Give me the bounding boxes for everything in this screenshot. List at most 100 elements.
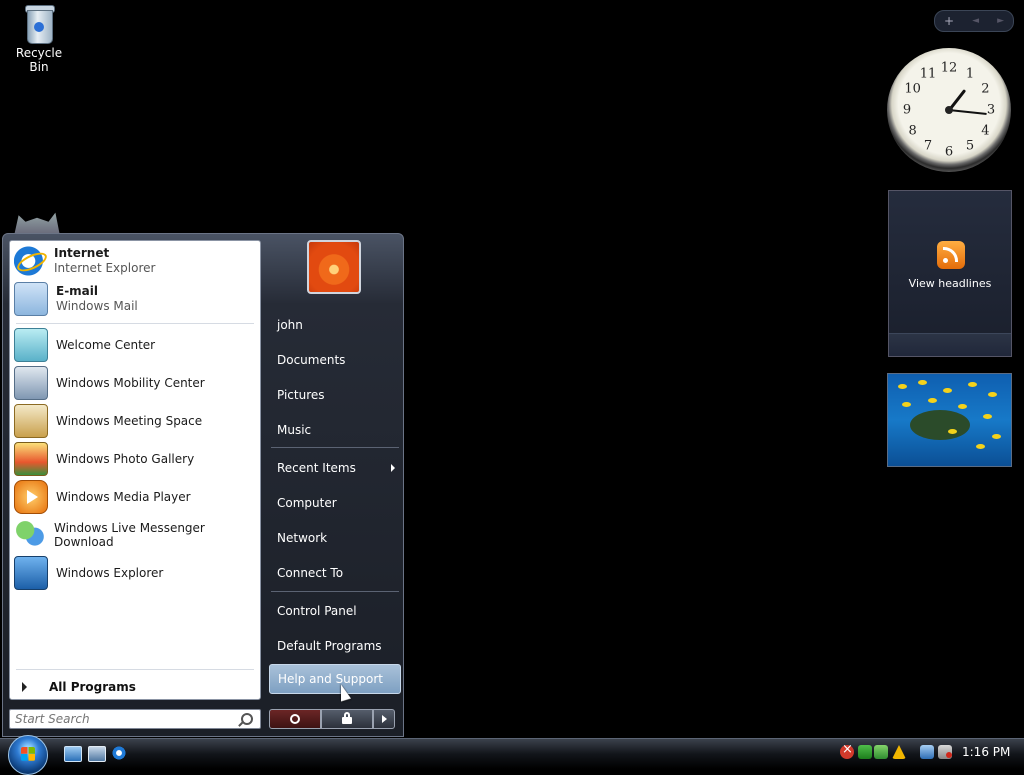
windows-mail-icon bbox=[14, 282, 48, 316]
power-button[interactable] bbox=[269, 709, 321, 729]
chevron-right-icon bbox=[22, 682, 27, 692]
internet-explorer-icon bbox=[14, 245, 46, 277]
fish-decoration bbox=[976, 444, 985, 449]
all-programs-button[interactable]: All Programs bbox=[16, 677, 252, 697]
clock-numeral: 10 bbox=[904, 81, 921, 97]
clock-numeral: 7 bbox=[923, 138, 933, 154]
right-item-pictures[interactable]: Pictures bbox=[269, 380, 401, 410]
shutdown-options-button[interactable] bbox=[373, 709, 395, 729]
start-search-input[interactable] bbox=[10, 711, 237, 727]
start-menu-programs-pane: Internet Internet Explorer E-mail Window… bbox=[9, 240, 261, 700]
defender-icon[interactable] bbox=[858, 745, 872, 759]
all-programs-label: All Programs bbox=[49, 680, 136, 694]
slideshow-gadget[interactable] bbox=[887, 373, 1012, 467]
search-icon[interactable] bbox=[241, 713, 253, 725]
taskbar-clock[interactable]: 1:16 PM bbox=[962, 745, 1010, 759]
clock-numeral: 9 bbox=[902, 102, 912, 118]
fish-decoration bbox=[928, 398, 937, 403]
switch-windows-icon[interactable] bbox=[88, 746, 106, 762]
fish-decoration bbox=[918, 380, 927, 385]
divider bbox=[16, 323, 254, 324]
fish-decoration bbox=[948, 429, 957, 434]
feed-headlines-gadget[interactable]: View headlines bbox=[888, 190, 1012, 357]
divider bbox=[271, 591, 399, 592]
next-page-button[interactable]: ► bbox=[997, 16, 1004, 26]
previous-page-button[interactable]: ◄ bbox=[972, 16, 979, 26]
program-windows-explorer[interactable]: Windows Explorer bbox=[14, 555, 254, 591]
clock-numeral: 3 bbox=[986, 102, 996, 118]
recycle-bin-label: Recycle Bin bbox=[15, 46, 63, 74]
pinned-title: E-mail bbox=[56, 284, 99, 298]
update-icon[interactable] bbox=[874, 745, 888, 759]
divider bbox=[271, 447, 399, 448]
clock-gadget[interactable]: 12 1 2 3 4 5 6 7 8 9 10 11 bbox=[887, 48, 1011, 172]
program-meeting-space[interactable]: Windows Meeting Space bbox=[14, 403, 254, 439]
pinned-title: Internet bbox=[54, 246, 110, 260]
network-icon[interactable] bbox=[920, 745, 934, 759]
pinned-email[interactable]: E-mail Windows Mail bbox=[14, 281, 254, 317]
welcome-center-icon bbox=[14, 328, 48, 362]
clock-numeral: 2 bbox=[981, 81, 990, 97]
right-item-help-and-support[interactable]: Help and Support bbox=[269, 664, 401, 694]
program-mobility-center[interactable]: Windows Mobility Center bbox=[14, 365, 254, 401]
chevron-right-icon bbox=[391, 464, 395, 472]
fish-decoration bbox=[988, 392, 997, 397]
media-player-icon bbox=[14, 480, 48, 514]
right-item-computer[interactable]: Computer bbox=[269, 488, 401, 518]
program-label: Windows Media Player bbox=[56, 490, 191, 504]
recycle-bin-icon bbox=[23, 2, 55, 44]
minute-hand bbox=[948, 109, 987, 115]
program-label: Windows Live Messenger Download bbox=[54, 521, 205, 549]
program-media-player[interactable]: Windows Media Player bbox=[14, 479, 254, 515]
pinned-subtitle: Windows Mail bbox=[56, 299, 138, 313]
right-item-connect-to[interactable]: Connect To bbox=[269, 558, 401, 588]
clock-numeral: 4 bbox=[981, 123, 990, 139]
program-label: Welcome Center bbox=[56, 338, 156, 352]
recent-items-label: Recent Items bbox=[277, 461, 356, 475]
right-item-default-programs[interactable]: Default Programs bbox=[269, 631, 401, 661]
internet-explorer-quicklaunch-icon[interactable] bbox=[111, 746, 127, 760]
photo-gallery-icon bbox=[14, 442, 48, 476]
right-item-control-panel[interactable]: Control Panel bbox=[269, 596, 401, 626]
start-search-box[interactable] bbox=[9, 709, 261, 729]
fish-decoration bbox=[992, 434, 1001, 439]
fish-decoration bbox=[958, 404, 967, 409]
program-label: Windows Mobility Center bbox=[56, 376, 205, 390]
fish-decoration bbox=[968, 382, 977, 387]
sidebar-controls: + ◄ ► bbox=[934, 10, 1014, 32]
view-headlines-label[interactable]: View headlines bbox=[889, 277, 1011, 290]
volume-muted-icon[interactable] bbox=[938, 745, 952, 759]
lock-button[interactable] bbox=[321, 709, 373, 729]
fish-decoration bbox=[898, 384, 907, 389]
program-label: Windows Explorer bbox=[56, 566, 164, 580]
user-picture[interactable] bbox=[307, 240, 361, 294]
program-label: Windows Meeting Space bbox=[56, 414, 203, 428]
start-menu: Internet Internet Explorer E-mail Window… bbox=[2, 233, 404, 737]
clock-numeral: 8 bbox=[908, 123, 917, 139]
power-controls bbox=[269, 709, 395, 729]
recycle-bin-desktop-icon[interactable]: Recycle Bin bbox=[6, 2, 72, 74]
divider bbox=[16, 669, 254, 670]
rss-icon bbox=[937, 241, 965, 269]
program-welcome-center[interactable]: Welcome Center bbox=[14, 327, 254, 363]
right-item-recent-items[interactable]: Recent Items bbox=[269, 453, 401, 483]
clock-numeral: 5 bbox=[965, 138, 975, 154]
right-item-documents[interactable]: Documents bbox=[269, 345, 401, 375]
pinned-subtitle: Internet Explorer bbox=[54, 261, 156, 275]
program-live-messenger-download[interactable]: Windows Live Messenger Download bbox=[14, 517, 254, 553]
right-item-user[interactable]: john bbox=[269, 310, 401, 340]
right-item-music[interactable]: Music bbox=[269, 415, 401, 445]
clock-numeral: 11 bbox=[919, 66, 937, 82]
mobility-center-icon bbox=[14, 366, 48, 400]
windows-explorer-icon bbox=[14, 556, 48, 590]
add-gadget-button[interactable]: + bbox=[944, 14, 954, 28]
show-desktop-icon[interactable] bbox=[64, 746, 82, 762]
start-button[interactable] bbox=[8, 735, 48, 775]
program-photo-gallery[interactable]: Windows Photo Gallery bbox=[14, 441, 254, 477]
turtle-image bbox=[910, 410, 970, 440]
clock-center bbox=[945, 106, 953, 114]
right-item-network[interactable]: Network bbox=[269, 523, 401, 553]
clock-numeral: 1 bbox=[965, 66, 975, 82]
pinned-internet[interactable]: Internet Internet Explorer bbox=[14, 243, 254, 279]
security-alert-icon[interactable] bbox=[840, 742, 854, 759]
